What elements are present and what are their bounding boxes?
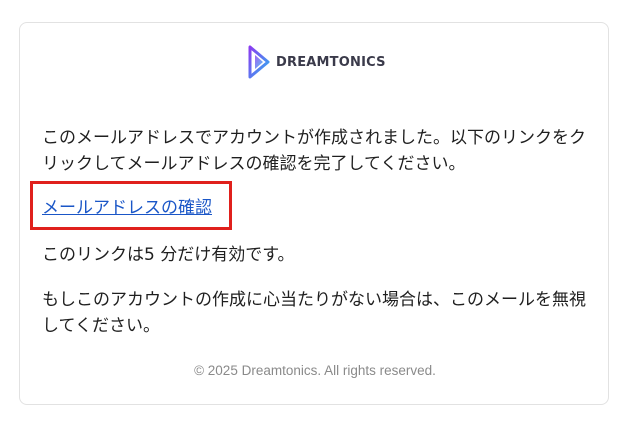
confirm-email-link[interactable]: メールアドレスの確認: [42, 197, 212, 219]
dreamtonics-logo-icon: [248, 45, 270, 79]
validity-text: このリンクは5 分だけ有効です。: [42, 245, 295, 265]
email-card: DREAMTONICS このメールアドレスでアカウントが作成されました。以下のリ…: [19, 22, 609, 405]
brand-logo: DREAMTONICS: [248, 45, 386, 79]
disclaimer-text: もしこのアカウントの作成に心当たりがない場合は、このメールを無視してください。: [42, 290, 586, 336]
intro-text: このメールアドレスでアカウントが作成されました。以下のリンクをクリックしてメール…: [42, 128, 586, 174]
brand-name: DREAMTONICS: [276, 54, 386, 70]
footer-copyright: © 2025 Dreamtonics. All rights reserved.: [194, 363, 436, 378]
